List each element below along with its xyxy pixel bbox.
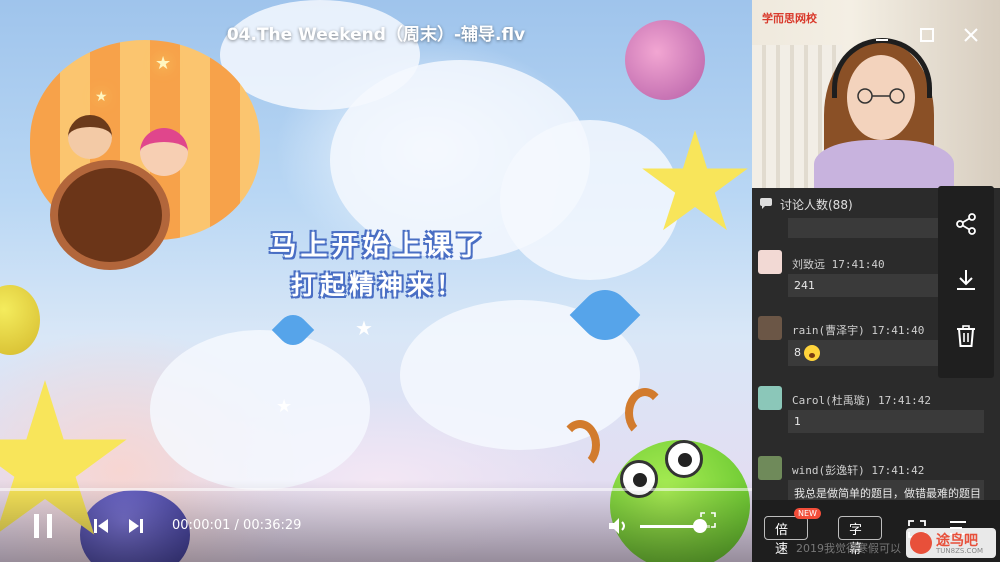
download-button[interactable]: [954, 268, 978, 292]
speed-button[interactable]: 倍速: [764, 516, 808, 557]
next-icon: [129, 519, 143, 533]
current-time: 00:00:01: [172, 518, 231, 533]
yellow-monster: [0, 285, 40, 355]
duration: 00:36:29: [243, 518, 302, 533]
logo-url: TUN8ZS.COM: [936, 547, 983, 555]
share-button[interactable]: [954, 212, 978, 236]
faded-chat-text: 2019我觉得寒假可以: [796, 542, 901, 555]
message-text: 1: [794, 415, 801, 428]
avatar: [758, 456, 782, 480]
previous-button[interactable]: [92, 517, 110, 535]
monster-antler: [625, 388, 665, 438]
message-bubble: 1: [788, 410, 984, 433]
message-text: 我总是做简单的题目，做错最难的题目: [794, 487, 981, 500]
minimize-icon: [876, 39, 888, 41]
message-text: 241: [794, 279, 815, 292]
download-icon: [957, 270, 975, 290]
chat-icon: [760, 198, 772, 209]
message-text: 8: [794, 346, 801, 359]
headline-line-2: 打起精神来！: [290, 271, 465, 300]
avatar: [758, 316, 782, 340]
player-controls: 00:00:01 / 00:36:29: [0, 480, 752, 562]
boy-character: [68, 115, 112, 159]
brand-watermark: 学而思网校: [762, 12, 817, 25]
expand-icon: [700, 512, 716, 528]
previous-icon: [94, 519, 108, 533]
message-meta: Carol(杜禹璇) 17:41:42: [792, 392, 931, 408]
girl-character: [140, 128, 188, 176]
star-icon: ★: [276, 396, 293, 417]
message-time: 17:41:40: [871, 324, 925, 337]
window-title-bar: 04.The Weekend（周末）-辅导.flv: [0, 20, 752, 45]
video-canvas[interactable]: ★ ★ ★ ★ 马上开始上课了 打起精神来！: [0, 0, 752, 562]
delete-button[interactable]: [954, 324, 978, 348]
message-meta: wind(彭逸轩) 17:41:42: [792, 462, 924, 478]
floating-toolbar: [938, 186, 994, 378]
headline-line-1: 马上开始上课了: [269, 231, 487, 262]
subtitle-button[interactable]: 字幕: [838, 516, 882, 557]
close-icon: [964, 28, 978, 42]
monster-antler: [560, 420, 600, 470]
message-time: 17:41:42: [877, 394, 931, 407]
avatar: [758, 250, 782, 274]
site-watermark-logo: 途鸟吧 TUN8ZS.COM: [906, 528, 996, 558]
star-icon: ★: [95, 89, 108, 105]
close-button[interactable]: [962, 26, 980, 44]
maximize-icon: [920, 28, 934, 42]
next-button[interactable]: [127, 517, 145, 535]
star-icon: ★: [355, 316, 373, 340]
share-icon: [956, 213, 976, 235]
avatar: [758, 386, 782, 410]
time-readout: 00:00:01 / 00:36:29: [172, 518, 301, 533]
logo-mark-icon: [910, 532, 932, 554]
time-separator: /: [230, 518, 244, 533]
message-user: wind(彭逸轩): [792, 464, 865, 477]
message-user: 刘致远: [792, 258, 825, 271]
maximize-button[interactable]: [918, 26, 936, 44]
progress-bar[interactable]: [0, 488, 752, 491]
message-meta: 刘致远 17:41:40: [792, 256, 885, 272]
volume-button[interactable]: [606, 514, 630, 538]
teacher-body: [814, 140, 954, 188]
message-time: 17:41:40: [831, 258, 885, 271]
star-icon: ★: [155, 53, 172, 74]
message-user: rain(曹泽宇): [792, 324, 865, 337]
message-meta: rain(曹泽宇) 17:41:40: [792, 322, 924, 338]
minimize-button[interactable]: [873, 26, 891, 44]
surprised-emoji-icon: [804, 345, 820, 361]
balloon-basket: [50, 160, 170, 270]
expand-button[interactable]: [700, 512, 716, 528]
glasses: [857, 88, 905, 104]
message-time: 17:41:42: [871, 464, 925, 477]
new-badge: NEW: [794, 508, 821, 519]
pause-button[interactable]: [32, 514, 54, 538]
volume-fill: [640, 525, 700, 528]
message-user: Carol(杜禹璇): [792, 394, 872, 407]
volume-icon: [609, 518, 625, 534]
delete-icon: [957, 325, 975, 347]
chat-count: 讨论人数(88): [780, 198, 853, 212]
window-title: 04.The Weekend（周末）-辅导.flv: [226, 25, 526, 45]
